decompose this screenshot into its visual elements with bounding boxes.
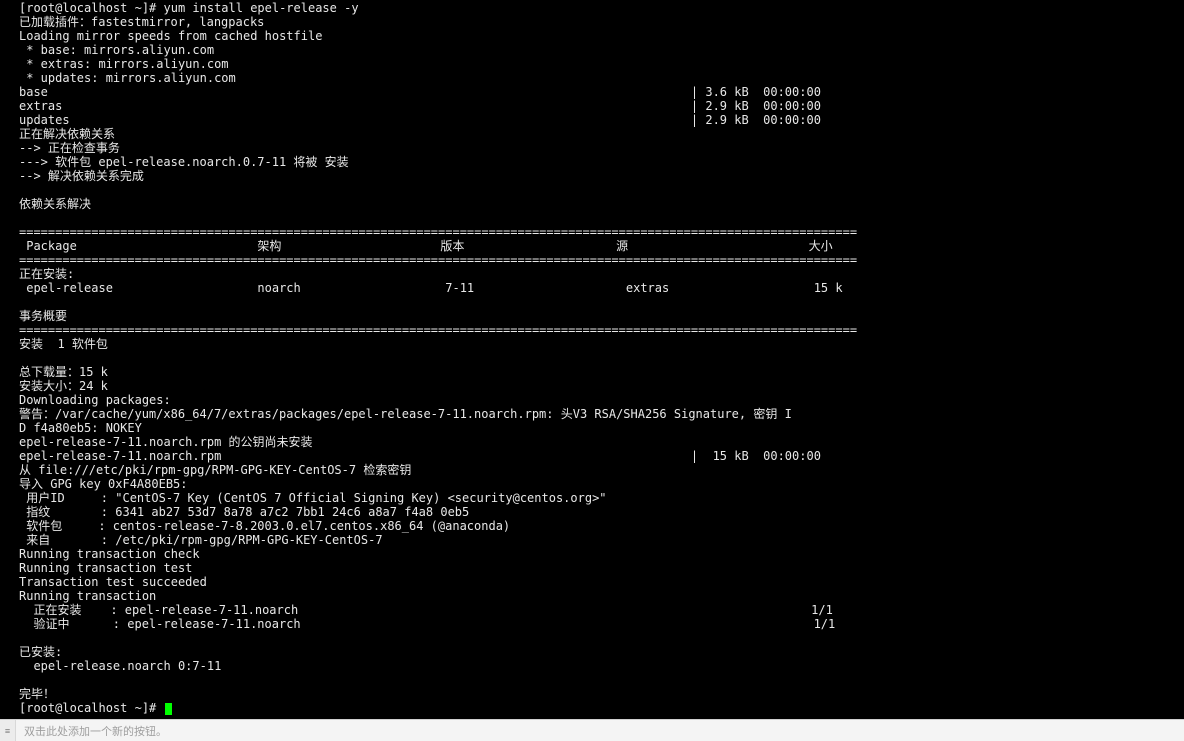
- prompt-line[interactable]: [root@localhost ~]#: [19, 701, 172, 715]
- status-bar[interactable]: ≡ 双击此处添加一个新的按钮。: [0, 719, 1184, 741]
- terminal-output[interactable]: [root@localhost ~]# yum install epel-rel…: [15, 0, 1180, 720]
- status-hint: 双击此处添加一个新的按钮。: [16, 723, 167, 739]
- cursor-icon: [165, 703, 172, 715]
- collapse-handle-icon[interactable]: ≡: [0, 720, 16, 741]
